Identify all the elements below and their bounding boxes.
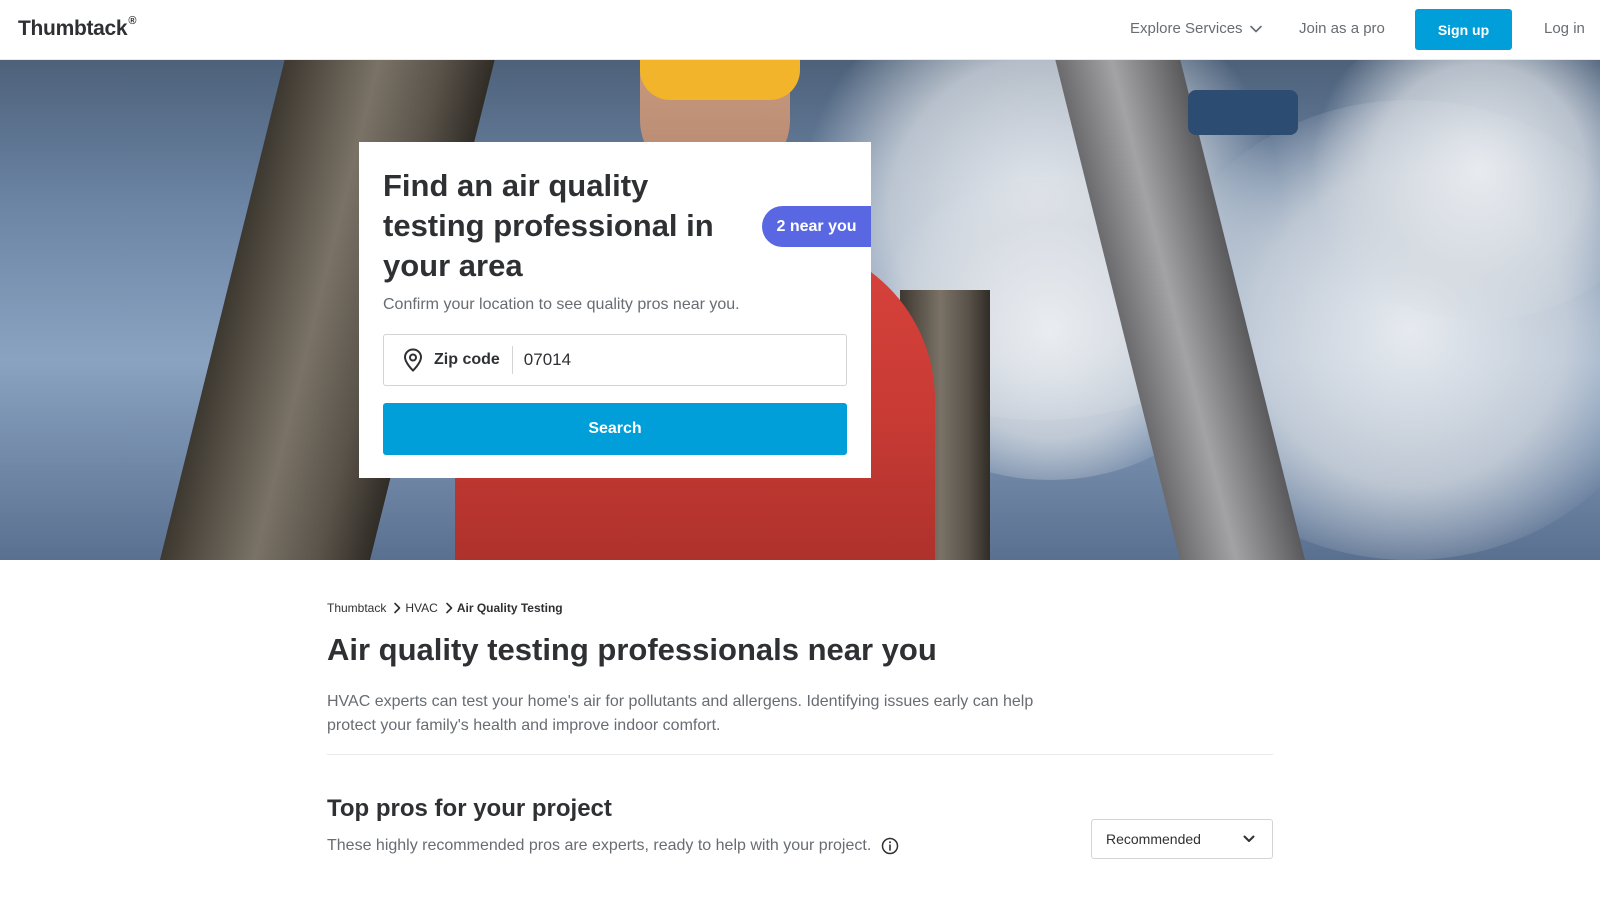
logo-text: Thumbtack <box>18 17 128 40</box>
breadcrumb-hvac[interactable]: HVAC <box>405 601 437 615</box>
sort-dropdown[interactable]: Recommended <box>1091 819 1273 859</box>
zip-code-input[interactable] <box>523 350 824 370</box>
thumbtack-logo[interactable]: Thumbtack® <box>18 15 137 41</box>
page-description: HVAC experts can test your home's air fo… <box>327 693 1034 734</box>
pros-near-you-badge: 2 near you <box>762 206 871 247</box>
sort-selected-value: Recommended <box>1106 831 1201 847</box>
page-title: Air quality testing professionals near y… <box>327 632 937 667</box>
explore-services-label: Explore Services <box>1130 20 1243 37</box>
breadcrumb-air-quality-testing: Air Quality Testing <box>456 601 563 615</box>
info-icon[interactable] <box>881 837 899 855</box>
sign-up-button[interactable]: Sign up <box>1415 9 1512 50</box>
location-search-card: Find an air quality testing professional… <box>359 142 871 478</box>
zip-code-label: Zip code <box>434 351 500 368</box>
section-subtitle-row: These highly recommended pros are expert… <box>327 837 899 855</box>
explore-services-menu[interactable]: Explore Services <box>1130 20 1263 37</box>
hero-title: Find an air quality testing professional… <box>383 168 714 283</box>
search-button[interactable]: Search <box>383 403 847 455</box>
logo-registered-mark: ® <box>128 15 137 27</box>
log-in-link[interactable]: Log in <box>1544 20 1585 37</box>
hero-banner: Find an air quality testing professional… <box>0 60 1600 560</box>
zip-code-field[interactable]: Zip code <box>383 334 847 386</box>
chevron-down-icon <box>1249 25 1262 32</box>
chevron-right-icon <box>444 602 454 614</box>
zip-divider <box>511 346 513 374</box>
chevron-down-icon <box>1243 835 1255 842</box>
breadcrumb-thumbtack[interactable]: Thumbtack <box>327 601 386 615</box>
join-as-pro-link[interactable]: Join as a pro <box>1299 20 1385 37</box>
top-navigation-bar: Thumbtack® Explore Services Join as a pr… <box>0 0 1600 60</box>
location-pin-icon <box>402 347 424 373</box>
section-title: Top pros for your project <box>327 795 612 822</box>
section-divider <box>327 754 1273 755</box>
section-subtitle: These highly recommended pros are expert… <box>327 837 872 854</box>
chevron-right-icon <box>392 602 402 614</box>
hero-subtitle: Confirm your location to see quality pro… <box>383 296 740 313</box>
breadcrumb: Thumbtack HVAC Air Quality Testing <box>327 601 563 615</box>
